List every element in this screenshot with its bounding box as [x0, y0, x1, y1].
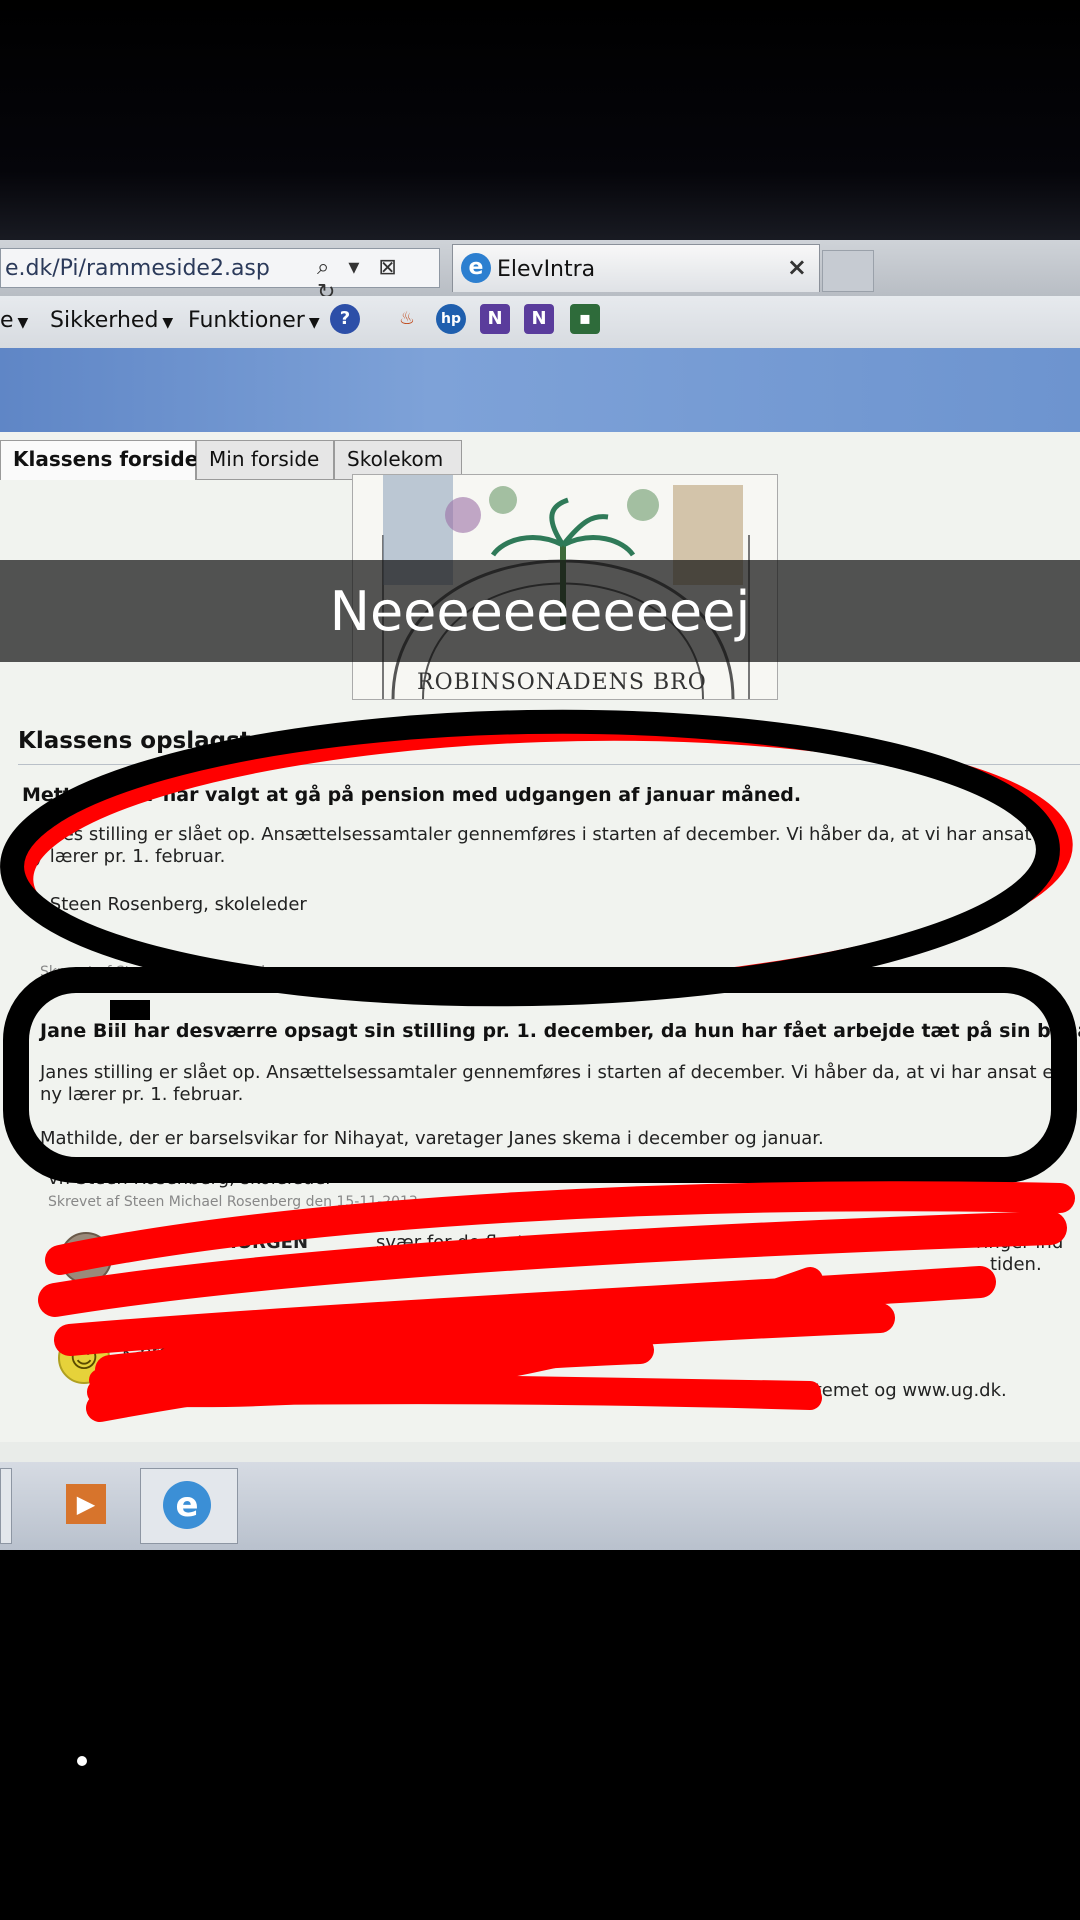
banner-caption: ROBINSONADENS BRO — [417, 670, 707, 695]
menu-sikkerhed-label: Sikkerhed — [50, 308, 159, 333]
onenote-icon[interactable]: N — [480, 304, 510, 334]
taskbar-start-stub[interactable] — [0, 1468, 12, 1544]
close-icon[interactable]: × — [787, 253, 807, 281]
post-3-headline: MANDAG MORGEN — [122, 1232, 309, 1253]
board-divider — [18, 764, 1080, 765]
photo-light-dot — [77, 1756, 87, 1766]
ie-taskbar-icon: e — [163, 1481, 211, 1529]
new-tab-button[interactable] — [822, 250, 874, 292]
menu-page[interactable]: e ▼ — [0, 308, 28, 333]
menu-funktioner[interactable]: Funktioner ▼ — [188, 308, 320, 333]
post-3-tail: ringer ind — [976, 1232, 1064, 1253]
post-3-body: svær for de fleste. Men i 8a er de kun c… — [376, 1232, 806, 1253]
snap-caption-text: Neeeeeeeeeeej — [329, 580, 751, 643]
star-icon: ✸ — [60, 1232, 112, 1284]
post-1-body: Mettes stilling er slået op. Ansættelses… — [22, 824, 1060, 867]
post-2-headline: Jane Biil har desværre opsagt sin stilli… — [40, 1020, 1080, 1042]
browser-tab[interactable]: e ElevIntra × — [452, 244, 820, 292]
taskbar-ie-button[interactable]: e — [140, 1468, 238, 1544]
tab-klassens-forside[interactable]: Klassens forside — [0, 440, 198, 480]
menu-sikkerhed[interactable]: Sikkerhed ▼ — [50, 308, 173, 333]
monitor-screen: e.dk/Pi/rammeside2.asp ⌕ ▾ ⊠ ↻ e ElevInt… — [0, 240, 1080, 1550]
help-icon[interactable]: ? — [330, 304, 360, 334]
post-1-headline: Mette Kiefer har valgt at gå på pension … — [22, 784, 802, 806]
site-header-band — [0, 348, 1080, 432]
post-4-body: Jeg skal på fredag i klassen, hvor vi fr… — [128, 1380, 1007, 1401]
post-1-meta: Skrevet af Steen Michael Rosenberg — [40, 964, 294, 980]
green-app-icon[interactable]: ▪ — [570, 304, 600, 334]
snap-caption-bar: Neeeeeeeeeeej — [0, 560, 1080, 662]
photo-dark-top — [0, 0, 1080, 245]
command-bar: e ▼ Sikkerhed ▼ Funktioner ▼ ? ♨ hp N N ▪ — [0, 296, 1080, 348]
post-1-signature: vh Steen Rosenberg, skoleleder — [22, 894, 307, 915]
ie-icon: e — [461, 253, 491, 283]
post-3-tail2: tiden. — [990, 1254, 1042, 1275]
tab-title: ElevIntra — [497, 257, 596, 282]
url-field[interactable]: e.dk/Pi/rammeside2.asp ⌕ ▾ ⊠ ↻ — [0, 248, 440, 305]
url-text: e.dk/Pi/rammeside2.asp — [5, 256, 270, 281]
onenote-icon-2[interactable]: N — [524, 304, 554, 334]
java-icon[interactable]: ♨ — [392, 304, 422, 334]
post-2-extra: Mathilde, der er barselsvikar for Nihaya… — [40, 1128, 824, 1149]
media-player-icon[interactable]: ▶ — [66, 1484, 106, 1524]
hp-icon[interactable]: hp — [436, 304, 466, 334]
post-2-meta: Skrevet af Steen Michael Rosenberg den 1… — [48, 1194, 418, 1210]
menu-funktioner-label: Funktioner — [188, 308, 305, 333]
address-bar: e.dk/Pi/rammeside2.asp ⌕ ▾ ⊠ ↻ e ElevInt… — [0, 240, 1080, 305]
post-2-body: Janes stilling er slået op. Ansættelsess… — [40, 1062, 1065, 1105]
windows-taskbar: ▶ e — [0, 1462, 1080, 1550]
post-4-greeting: Kære elever og forældre i 8a — [122, 1342, 382, 1363]
tab-min-forside[interactable]: Min forside — [196, 440, 334, 480]
smiley-icon: ☺ — [58, 1332, 110, 1384]
post-2-signature: vh Steen Rosenberg, skoleleder — [48, 1168, 333, 1189]
board-title: Klassens opslagstavle — [18, 728, 305, 754]
menu-page-label: e — [0, 308, 14, 333]
